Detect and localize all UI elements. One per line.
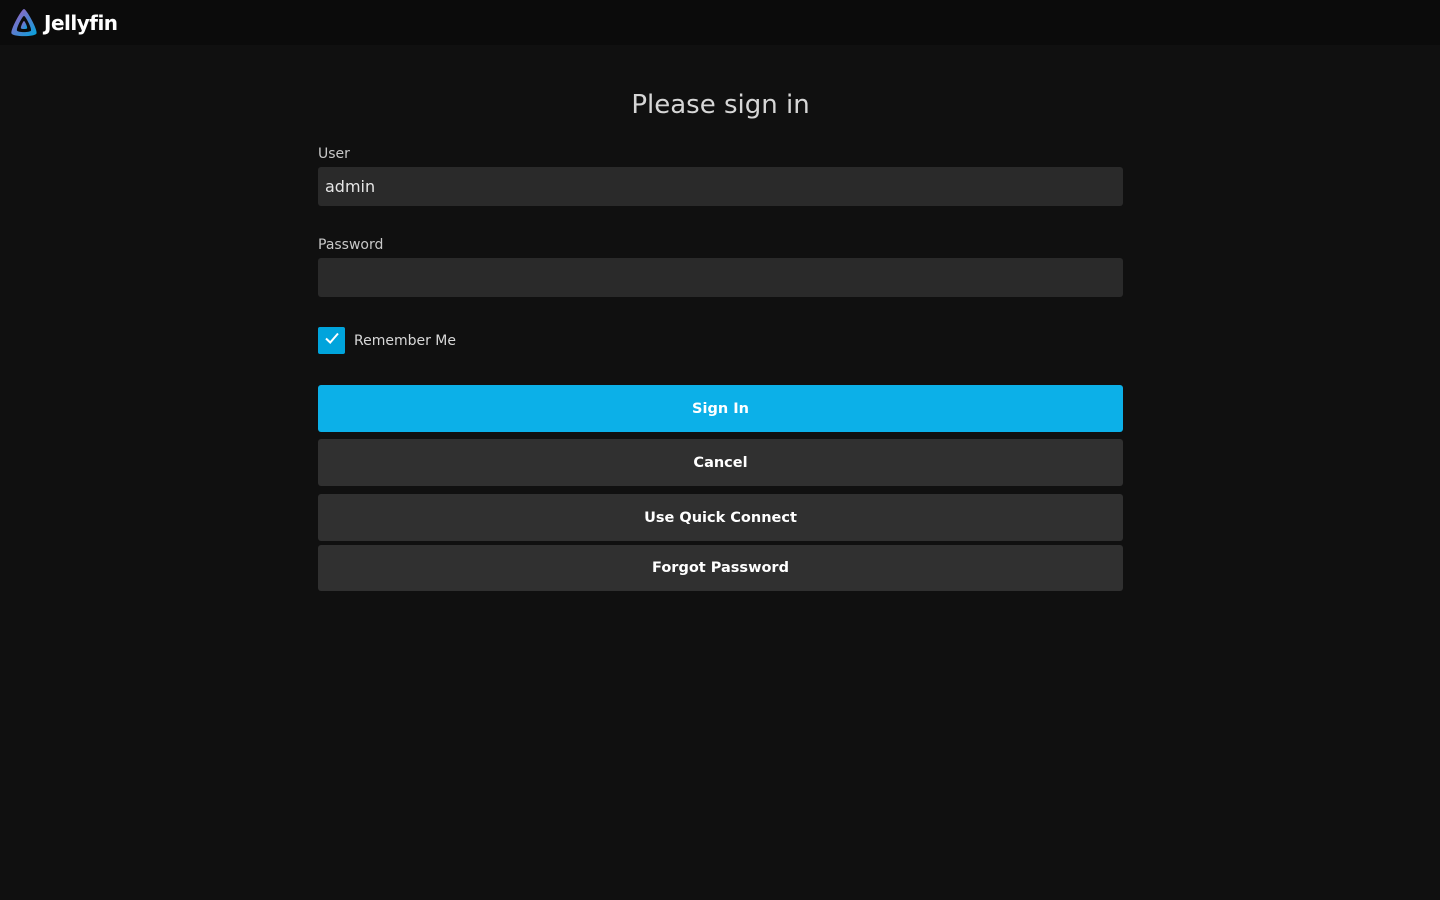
top-bar: Jellyfin: [0, 0, 1440, 45]
sign-in-button[interactable]: Sign In: [318, 385, 1123, 432]
page-title: Please sign in: [631, 90, 810, 120]
user-input[interactable]: [318, 167, 1123, 206]
password-label: Password: [318, 237, 384, 253]
remember-me-label: Remember Me: [354, 333, 456, 349]
remember-me-checkbox[interactable]: [318, 326, 345, 354]
app-logo[interactable]: Jellyfin: [8, 7, 118, 39]
login-form: Please sign in User Password Remember Me…: [318, 45, 1123, 591]
app-name: Jellyfin: [44, 10, 118, 35]
remember-me-row[interactable]: Remember Me: [318, 326, 1123, 354]
forgot-password-button[interactable]: Forgot Password: [318, 545, 1123, 591]
quick-connect-button[interactable]: Use Quick Connect: [318, 494, 1123, 541]
jellyfin-logo-icon: [8, 7, 40, 39]
cancel-button[interactable]: Cancel: [318, 439, 1123, 486]
user-label: User: [318, 146, 350, 162]
password-input[interactable]: [318, 258, 1123, 297]
checkmark-icon: [323, 329, 341, 351]
